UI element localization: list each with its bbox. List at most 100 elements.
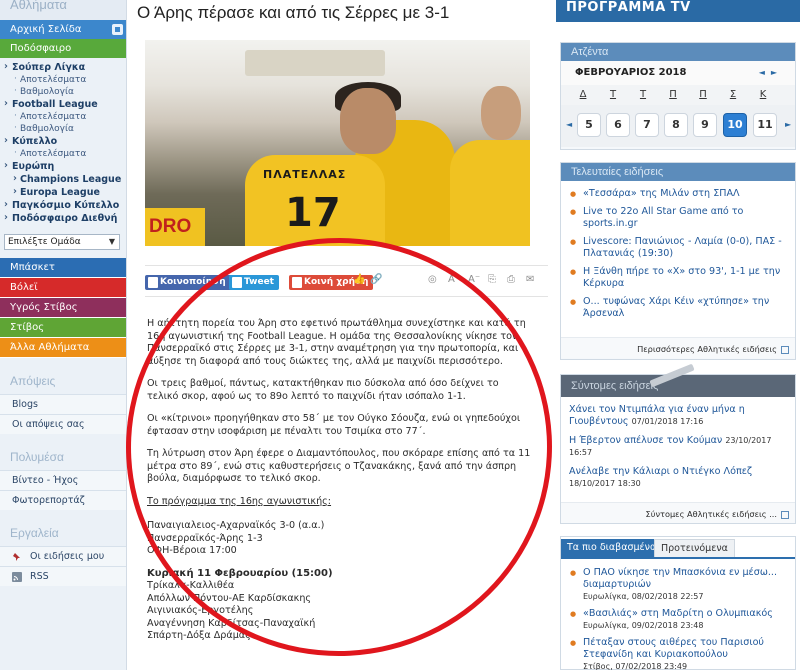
font-increase-icon[interactable]: A⁺: [448, 274, 460, 285]
sidebar-item-basketball[interactable]: Μπάσκετ: [0, 258, 126, 278]
short-news-text: Ανέλαβε την Κάλιαρι ο Ντιέγκο Λόπεζ: [569, 466, 753, 477]
sidebar-link-results[interactable]: Αποτελέσματα: [0, 111, 126, 123]
latest-news-title: Τελευταίες ειδήσεις: [561, 163, 795, 181]
tab-recommended[interactable]: Προτεινόμενα: [654, 539, 735, 557]
sidebar-link-europa-league[interactable]: Europa League: [0, 186, 126, 199]
schedule-list: Παναιγιαλειος-Αχαρναϊκός 3-0 (α.α.) Πανσ…: [147, 520, 531, 558]
month-nav-arrows-icon[interactable]: ◄►: [759, 61, 783, 85]
weekday-label: Τ: [639, 89, 647, 100]
print-icon[interactable]: ⎙: [507, 274, 515, 285]
agenda-title: Ατζέντα: [561, 43, 795, 61]
photo-player-jersey: [450, 140, 530, 246]
short-news-date: 07/01/2018 17:16: [631, 417, 704, 426]
sidebar-section-title: Αθλήματα: [0, 0, 126, 20]
calendar-weekdays: Δ Τ Τ Π Π Σ Κ: [561, 85, 795, 105]
team-select-value: Επιλέξτε Ομάδα: [8, 237, 81, 247]
photo-player-head: [340, 88, 396, 154]
schedule-day-heading: Κυριακή 11 Φεβρουαρίου (15:00): [147, 567, 333, 579]
sidebar-item-video-audio[interactable]: Βίντεο - Ήχος: [0, 470, 126, 490]
team-select[interactable]: Επιλέξτε Ομάδα ▼: [4, 234, 120, 250]
sidebar-link-world-cup[interactable]: Παγκόσμιο Κύπελλο: [0, 199, 126, 212]
sidebar-item-swimming[interactable]: Υγρός Στίβος: [0, 298, 126, 318]
sidebar-item-rss[interactable]: RSS: [0, 566, 126, 586]
schedule-list: Τρίκαλα-Καλλιθέα Απόλλων Πόντου-ΑΕ Καρδί…: [147, 580, 531, 643]
like-icon[interactable]: 👍: [353, 274, 365, 285]
sidebar-item-home[interactable]: Αρχική Σελίδα: [0, 20, 126, 39]
tv-program-banner[interactable]: ΠΡΟΓΡΑΜΜΑ TV: [556, 0, 800, 22]
tweet-button[interactable]: Tweet: [229, 275, 279, 290]
schedule-line: Σπάρτη-Δόξα Δράμας: [147, 630, 251, 641]
calendar-date[interactable]: 5: [577, 113, 601, 137]
short-news-text: Η Έβερτον απέλυσε τον Κούμαν: [569, 435, 723, 446]
popular-item-meta: Ευρωλίγκα, 08/02/2018 22:57: [583, 592, 704, 601]
sidebar-item-football[interactable]: Ποδόσφαιρο: [0, 39, 126, 58]
sidebar-item-my-news[interactable]: Οι ειδήσεις μου: [0, 546, 126, 566]
next-week-icon[interactable]: ►: [785, 120, 791, 129]
photo-player-head: [481, 86, 521, 140]
prev-week-icon[interactable]: ◄: [566, 120, 572, 129]
sidebar-item-athletics[interactable]: Στίβος: [0, 318, 126, 338]
calendar-date[interactable]: 11: [753, 113, 777, 137]
news-link[interactable]: Live το 22ο All Star Game από το sports.…: [569, 204, 787, 234]
more-sports-news-link[interactable]: Περισσότερες Αθλητικές ειδήσεις: [561, 337, 795, 358]
sidebar-section-media: Πολυμέσα: [10, 450, 64, 464]
popular-item-meta: Ευρωλίγκα, 09/02/2018 23:48: [583, 621, 704, 630]
sidebar-link-international-football[interactable]: Ποδόσφαιρο Διεθνή: [0, 212, 126, 225]
sidebar-link-cup[interactable]: Κύπελλο: [0, 135, 126, 148]
football-submenu: Σούπερ Λίγκα Αποτελέσματα Βαθμολογία Foo…: [0, 58, 126, 229]
font-decrease-icon[interactable]: A⁻: [468, 274, 480, 285]
popular-box: Τα πιο διαβασμένα Προτεινόμενα Ο ΠΑΟ νίκ…: [560, 536, 796, 670]
short-news-item[interactable]: Χάνει τον Ντιμπάλα για έναν μήνα η Γιουβ…: [569, 401, 787, 432]
sidebar-item-blogs[interactable]: Blogs: [0, 394, 126, 414]
short-news-item[interactable]: Ανέλαβε την Κάλιαρι ο Ντιέγκο Λόπεζ 18/1…: [569, 463, 787, 494]
sidebar-item-other-sports[interactable]: Άλλα Αθλήματα: [0, 338, 126, 358]
latest-news-list: «Τεσσάρα» της Μιλάν στη ΣΠΑΛ Live το 22ο…: [561, 181, 795, 337]
news-link[interactable]: Ο... τυφώνας Χάρι Κέιν «χτύπησε» την Άρσ…: [569, 294, 787, 324]
article-column: Ο Άρης πέρασε και από τις Σέρρες με 3-1 …: [127, 0, 548, 670]
article-paragraph: Τη λύτρωση στον Άρη έφερε ο Διαμαντόπουλ…: [147, 448, 531, 484]
sidebar-item-your-opinions[interactable]: Οι απόψεις σας: [0, 414, 126, 434]
sidebar-item-label: Αρχική Σελίδα: [10, 24, 82, 35]
more-arrow-icon: [781, 345, 789, 354]
link-icon[interactable]: 🔗: [370, 274, 382, 285]
latest-news-box: Τελευταίες ειδήσεις «Τεσσάρα» της Μιλάν …: [560, 162, 796, 360]
article-body: Η αήττητη πορεία του Άρη στο εφετινό πρω…: [147, 318, 531, 643]
sidebar-link-results[interactable]: Αποτελέσματα: [0, 74, 126, 86]
facebook-share-button[interactable]: Κοινοποίηση 0: [145, 275, 241, 290]
tab-most-read[interactable]: Τα πιο διαβασμένα: [561, 539, 663, 557]
news-link[interactable]: Livescore: Πανιώνιος - Λαμία (0-0), ΠΑΣ …: [569, 234, 787, 264]
sidebar-link-standings[interactable]: Βαθμολογία: [0, 123, 126, 135]
sidebar-link-champions-league[interactable]: Champions League: [0, 173, 126, 186]
weekday-label: Σ: [729, 89, 737, 100]
sidebar-link-standings[interactable]: Βαθμολογία: [0, 86, 126, 98]
calendar-date-selected[interactable]: 10: [723, 113, 747, 137]
more-short-news-link[interactable]: Σύντομες Αθλητικές ειδήσεις ...: [561, 502, 795, 523]
sidebar-item-volleyball[interactable]: Βόλεϊ: [0, 278, 126, 298]
sidebar-link-europe[interactable]: Ευρώπη: [0, 160, 126, 173]
sidebar-link-super-league[interactable]: Σούπερ Λίγκα: [0, 61, 126, 74]
audio-icon[interactable]: ◎: [428, 274, 437, 285]
popular-item-text: Ο ΠΑΟ νίκησε την Μπασκόνια εν μέσω... δι…: [583, 567, 778, 590]
calendar-date[interactable]: 9: [693, 113, 717, 137]
more-link-label: Σύντομες Αθλητικές ειδήσεις ...: [645, 509, 777, 519]
short-news-item[interactable]: Η Έβερτον απέλυσε τον Κούμαν 23/10/2017 …: [569, 432, 787, 463]
sidebar-link-football-league[interactable]: Football League: [0, 98, 126, 111]
news-link[interactable]: «Τεσσάρα» της Μιλάν στη ΣΠΑΛ: [569, 186, 787, 204]
short-news-title-label: Σύντομες ειδήσεις: [571, 380, 659, 392]
twitter-icon: [232, 277, 242, 288]
popular-item[interactable]: Ο ΠΑΟ νίκησε την Μπασκόνια εν μέσω... δι…: [569, 565, 787, 606]
calendar-date[interactable]: 7: [635, 113, 659, 137]
pdf-icon[interactable]: ⎘: [488, 274, 496, 285]
news-link[interactable]: Η Ξάνθη πήρε το «Χ» στο 93', 1-1 με την …: [569, 264, 787, 294]
calendar-date[interactable]: 8: [664, 113, 688, 137]
share-toolbar: Κοινοποίηση 0 Tweet Κοινή χρήση 👍 🔗 ◎ A⁺…: [145, 265, 548, 297]
popular-item[interactable]: Πέταξαν στους αιθέρες του Παρισιού Στεφα…: [569, 635, 787, 670]
sidebar-item-photo-report[interactable]: Φωτορεπορτάζ: [0, 490, 126, 510]
sidebar-link-results[interactable]: Αποτελέσματα: [0, 148, 126, 160]
sidebar-section-tools: Εργαλεία: [10, 526, 59, 540]
short-news-box: Σύντομες ειδήσεις Χάνει τον Ντιμπάλα για…: [560, 363, 796, 524]
calendar-date[interactable]: 6: [606, 113, 630, 137]
photo-jersey-number: 17: [285, 190, 341, 236]
email-icon[interactable]: ✉: [526, 274, 534, 285]
popular-item[interactable]: «Βασιλιάς» στη Μαδρίτη ο Ολυμπιακός Ευρω…: [569, 606, 787, 635]
